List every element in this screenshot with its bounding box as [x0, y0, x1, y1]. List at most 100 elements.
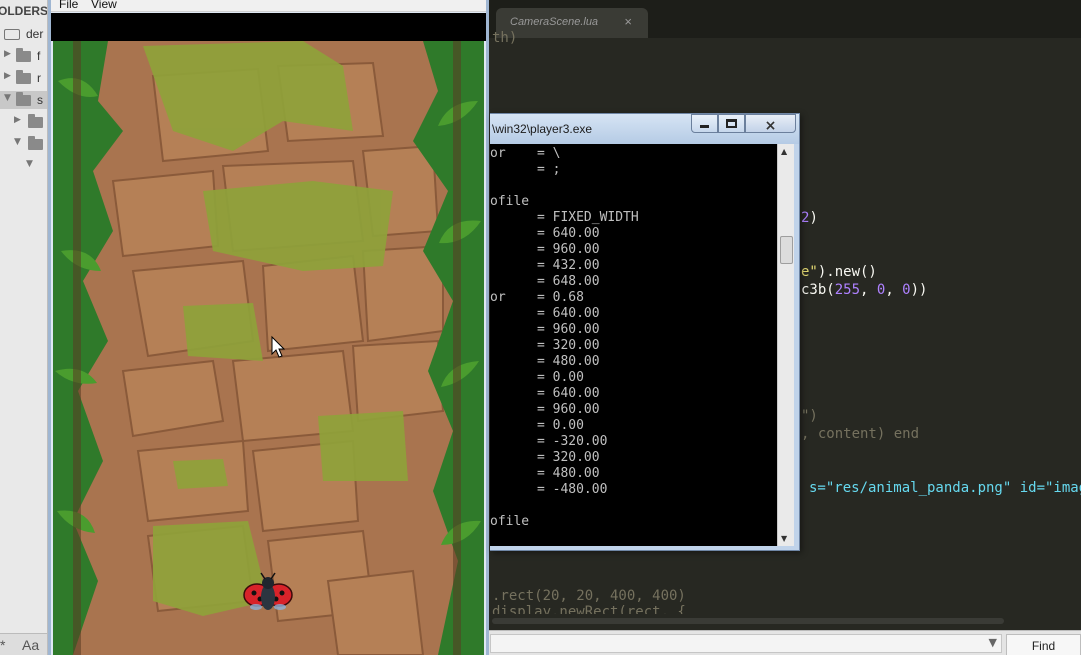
tree-trunk-right [453, 41, 461, 655]
folder-icon [28, 136, 43, 150]
console-line: or = 0.68 [490, 290, 584, 305]
code-token: ) [809, 210, 818, 226]
code-token: display.newRect(rect, { [492, 604, 686, 614]
code-line: c3b(255, 0, 0)) [801, 282, 927, 298]
folder-open-icon [4, 29, 20, 40]
code-token: c3b( [801, 282, 835, 298]
console-output: or = \ = ; ofile = FIXED_WIDTH = 640.00 =… [490, 144, 777, 546]
code-line: th) [492, 30, 517, 46]
close-icon[interactable]: × [624, 14, 632, 29]
code-token: 0 [902, 282, 911, 298]
chevron-down-icon[interactable]: ▼ [989, 636, 997, 649]
code-token: ") [801, 408, 818, 424]
console-line: or = \ [490, 146, 561, 161]
code-line: e").new() [801, 264, 877, 280]
console-line: = 648.00 [490, 274, 600, 289]
menu-file[interactable]: File [59, 0, 78, 11]
window-title: \win32\player3.exe [492, 122, 593, 136]
sidebar-subitem[interactable]: ▼ [0, 157, 47, 175]
console-scrollbar[interactable]: ▲ ▼ [777, 144, 794, 546]
chevron-down-icon[interactable]: ▼ [4, 93, 11, 103]
folder-icon [28, 114, 43, 128]
minimize-icon [700, 125, 709, 128]
console-line: = FIXED_WIDTH [490, 210, 639, 225]
scroll-down-icon[interactable]: ▼ [781, 534, 787, 543]
maximize-button[interactable] [718, 114, 745, 133]
console-line: = 432.00 [490, 258, 600, 273]
code-line: display.newRect(rect, { [492, 604, 686, 614]
sidebar-item-label: s [37, 93, 43, 107]
chevron-right-icon[interactable]: ▶ [4, 71, 11, 81]
code-line: ") [801, 408, 818, 424]
horizontal-scrollbar[interactable] [492, 618, 1004, 624]
tab-bar: CameraScene.lua × [488, 0, 1081, 38]
menu-view[interactable]: View [91, 0, 117, 11]
chevron-down-icon[interactable]: ▼ [26, 159, 33, 169]
code-token: e" [801, 264, 818, 280]
console-line: = 960.00 [490, 322, 600, 337]
case-toggle-label[interactable]: Aa [22, 637, 39, 653]
code-token: .rect(20, 20, 400, 400) [492, 588, 686, 604]
console-line: = -320.00 [490, 434, 608, 449]
sidebar-item-label: r [37, 71, 41, 85]
folders-header: OLDERS [0, 4, 48, 18]
code-token: , [885, 282, 903, 298]
chevron-right-icon[interactable]: ▶ [4, 49, 11, 59]
sidebar-item-1[interactable]: ▶ f [0, 47, 47, 65]
code-line: , content) end [801, 426, 919, 442]
minimize-button[interactable] [691, 114, 718, 133]
folder-icon [16, 48, 31, 62]
code-token: , content) end [801, 426, 920, 442]
game-canvas[interactable] [53, 41, 484, 655]
code-line: s="res/animal_panda.png" id="imag [809, 480, 1081, 496]
chevron-down-icon[interactable]: ▼ [14, 137, 21, 147]
sidebar-item-3[interactable]: ▼ s [0, 91, 47, 109]
console-titlebar[interactable]: \win32\player3.exe × [490, 114, 799, 144]
game-scene [53, 41, 484, 655]
player-menubar: File View [51, 0, 486, 12]
sidebar-status: * Aa [0, 633, 47, 655]
scroll-thumb[interactable] [780, 236, 793, 264]
sidebar-item-0[interactable]: der [0, 25, 47, 43]
console-line: = 960.00 [490, 402, 600, 417]
scroll-up-icon[interactable]: ▲ [781, 147, 787, 156]
console-line: ofile [490, 514, 530, 529]
code-token: , [860, 282, 877, 298]
sidebar-item-label: f [37, 49, 41, 63]
console-line: = 320.00 [490, 338, 600, 353]
console-window: \win32\player3.exe × or = \ = ; ofile = F… [490, 113, 800, 551]
maximize-icon [726, 119, 737, 128]
star-label: * [0, 637, 6, 653]
folder-icon [16, 70, 31, 84]
game-player-window: File View [48, 0, 489, 655]
sidebar-item-label: der [26, 27, 44, 41]
find-input[interactable]: ▼ [490, 634, 1002, 653]
code-token: )) [910, 282, 928, 298]
tab-camerascene[interactable]: CameraScene.lua × [496, 8, 648, 38]
console-line: = 640.00 [490, 306, 600, 321]
find-panel: ▼ Find [488, 630, 1081, 655]
console-line: = 320.00 [490, 450, 600, 465]
console-line: = 0.00 [490, 370, 584, 385]
close-button[interactable]: × [745, 114, 796, 134]
sidebar-subitem[interactable]: ▶ [0, 113, 47, 131]
close-icon: × [764, 118, 777, 134]
code-token: ).new() [817, 264, 877, 280]
chevron-right-icon[interactable]: ▶ [14, 115, 21, 125]
sidebar-item-2[interactable]: ▶ r [0, 69, 47, 87]
console-line: = ; [490, 162, 561, 177]
tree-trunk-left [73, 41, 81, 655]
code-line: 2) [801, 210, 818, 226]
folder-icon [16, 92, 31, 106]
console-line: ofile [490, 194, 530, 209]
console-line: = 480.00 [490, 466, 600, 481]
sidebar-subitem[interactable]: ▼ [0, 135, 47, 153]
code-line: .rect(20, 20, 400, 400) [492, 588, 686, 604]
console-line: = 640.00 [490, 386, 600, 401]
code-token: s="res/animal_panda.png" id="imag [809, 480, 1081, 496]
console-line: = 0.00 [490, 418, 584, 433]
find-button[interactable]: Find [1006, 634, 1081, 655]
console-line: = 640.00 [490, 226, 600, 241]
code-token: 255 [834, 282, 861, 298]
folder-sidebar: OLDERS der ▶ f ▶ r ▼ s ▶ ▼ ▼ * Aa [0, 0, 48, 655]
